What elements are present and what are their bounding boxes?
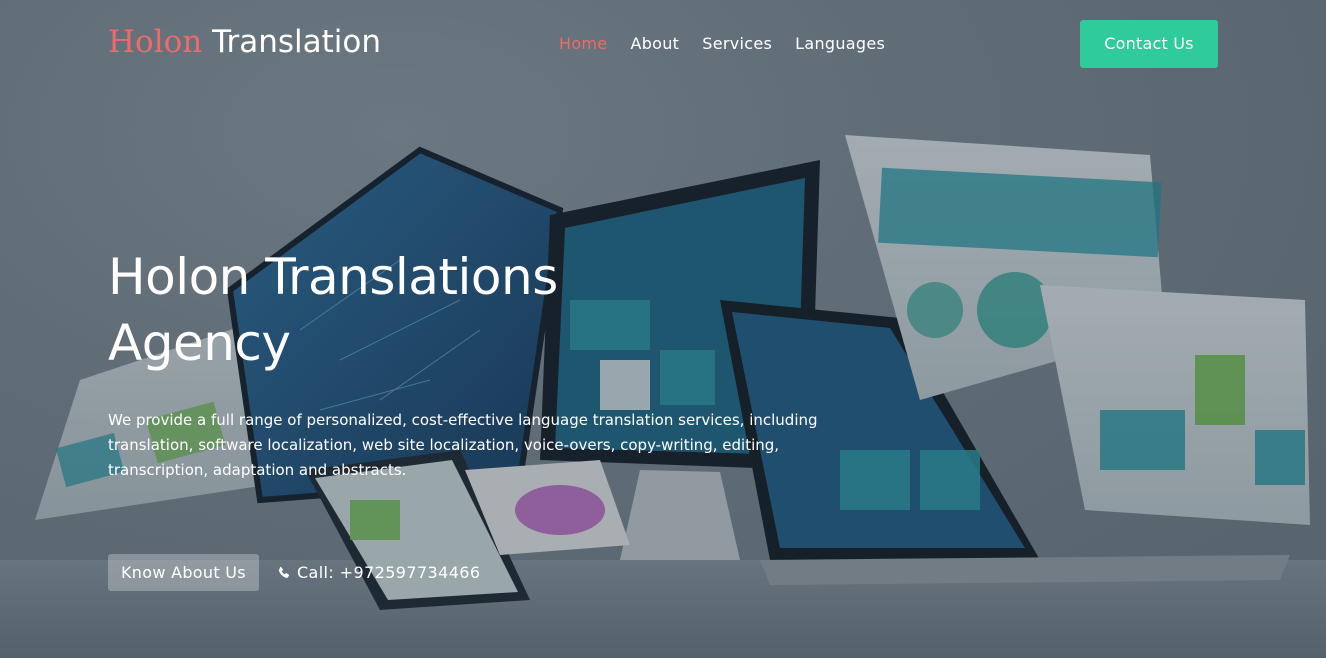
brand-main-text: Translation xyxy=(212,24,382,60)
hero-title-line1: Holon Translations xyxy=(108,248,558,306)
hero-content: Holon Translations Agency We provide a f… xyxy=(108,244,868,483)
brand-logo[interactable]: Holon Translation xyxy=(108,22,381,62)
main-navigation: Home About Services Languages xyxy=(559,33,885,55)
site-navbar: Holon Translation Home About Services La… xyxy=(0,0,1326,88)
brand-accent-text: Holon xyxy=(108,24,203,60)
call-link[interactable]: Call: +972597734466 xyxy=(277,563,481,582)
hero-actions: Know About Us Call: +972597734466 xyxy=(108,554,480,591)
contact-us-button[interactable]: Contact Us xyxy=(1080,20,1218,68)
phone-icon xyxy=(278,566,289,578)
nav-item-home: Home xyxy=(559,33,607,55)
nav-item-services: Services xyxy=(702,33,772,55)
nav-item-languages: Languages xyxy=(795,33,885,55)
nav-link-languages[interactable]: Languages xyxy=(795,33,885,55)
nav-item-about: About xyxy=(630,33,679,55)
hero-description: We provide a full range of personalized,… xyxy=(108,411,818,479)
nav-link-services[interactable]: Services xyxy=(702,33,772,55)
call-text: Call: +972597734466 xyxy=(296,563,481,582)
nav-link-home[interactable]: Home xyxy=(559,33,607,55)
hero-title-line2: Agency xyxy=(108,314,291,372)
hero-title: Holon Translations Agency xyxy=(108,244,578,376)
nav-link-about[interactable]: About xyxy=(630,33,679,55)
know-about-us-button[interactable]: Know About Us xyxy=(108,554,259,591)
